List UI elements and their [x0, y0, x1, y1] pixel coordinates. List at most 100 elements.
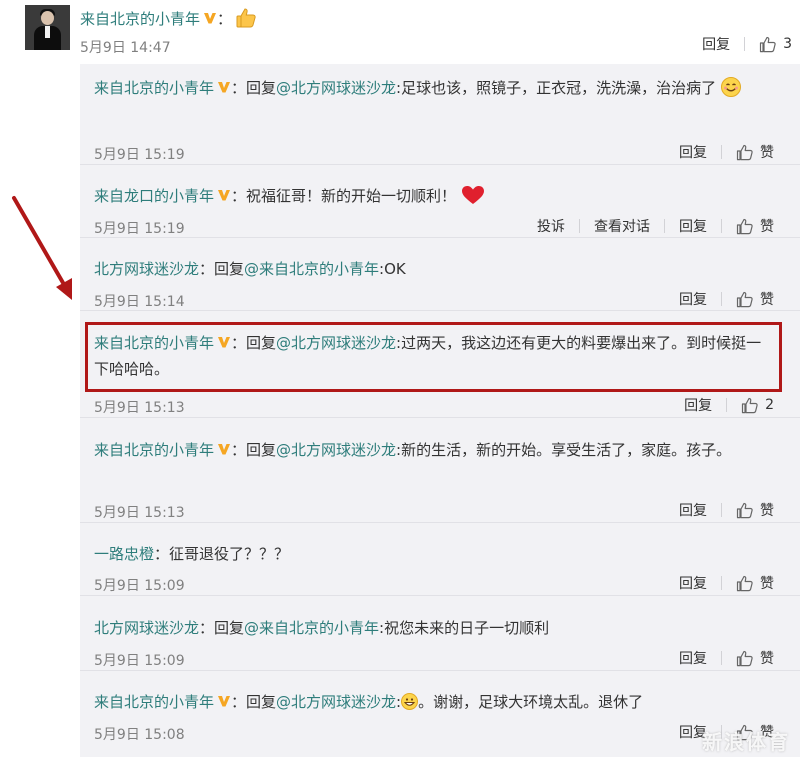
- verified-badge-icon: [218, 696, 231, 707]
- reply-button[interactable]: 回复: [679, 500, 707, 520]
- like-count: 2: [765, 397, 774, 413]
- username-link[interactable]: 来自北京的小青年: [80, 8, 200, 29]
- divider: [721, 292, 722, 306]
- weibo-comment-thread: 来自北京的小青年 ： 5月9日 14:47 回复 3 来自北京的小青年 ：回复@…: [0, 0, 800, 757]
- like-label: 赞: [760, 651, 774, 667]
- reply-text: :足球也该，照镜子，正衣冠，洗洗澡，治治病了: [396, 79, 717, 97]
- like-label: 赞: [760, 292, 774, 308]
- smile-emoji-icon: [720, 77, 741, 97]
- username-link[interactable]: 来自北京的小青年: [94, 441, 214, 459]
- reply-button[interactable]: 回复: [684, 395, 712, 415]
- like-label: 赞: [760, 145, 774, 161]
- reply-body: 来自北京的小青年 ：回复@北方网球迷沙龙:足球也该，照镜子，正衣冠，洗洗澡，治治病…: [94, 75, 774, 101]
- username-link[interactable]: 一路忠橙: [94, 545, 154, 563]
- mention-link[interactable]: @来自北京的小青年: [244, 619, 379, 637]
- reply-button[interactable]: 回复: [679, 648, 707, 668]
- reply-button[interactable]: 回复: [679, 142, 707, 162]
- thumbs-up-icon: [736, 650, 753, 666]
- reply-prefix: ：回复: [199, 260, 245, 278]
- mention-link[interactable]: @北方网球迷沙龙: [276, 79, 396, 97]
- mention-link[interactable]: @来自北京的小青年: [244, 260, 379, 278]
- reply-timestamp: 5月9日 15:09: [94, 653, 185, 669]
- reply-body: 北方网球迷沙龙：回复@来自北京的小青年:OK: [94, 256, 774, 282]
- reply-button[interactable]: 回复: [702, 34, 730, 54]
- comment-text: ：: [217, 9, 233, 28]
- thumbs-up-icon: [736, 218, 753, 234]
- reply-button[interactable]: 回复: [679, 216, 707, 236]
- reply-timestamp: 5月9日 15:09: [94, 578, 185, 594]
- reply-item: 一路忠橙：征哥退役了？？？ 5月9日 15:09 回复 赞: [80, 523, 800, 596]
- verified-badge-icon: [218, 82, 231, 93]
- reply-item: 来自龙口的小青年 ：祝福征哥！新的开始一切顺利！ 5月9日 15:19 投诉 查看…: [80, 165, 800, 238]
- reply-actions: 回复 赞: [679, 289, 774, 309]
- report-button[interactable]: 投诉: [537, 216, 565, 236]
- like-button[interactable]: 3: [759, 36, 792, 53]
- like-button[interactable]: 赞: [736, 573, 774, 593]
- top-comment: 来自北京的小青年 ： 5月9日 14:47 回复 3: [0, 0, 800, 62]
- reply-text: 。谢谢，足球大环境太乱。退休了: [418, 693, 644, 711]
- heart-emoji-icon: [461, 186, 484, 204]
- thumbs-up-icon: [736, 502, 753, 518]
- reply-actions: 回复 赞: [679, 142, 774, 162]
- like-button[interactable]: 赞: [736, 500, 774, 520]
- reply-prefix: ：回复: [199, 619, 245, 637]
- thumbs-up-icon: [741, 397, 758, 413]
- reply-timestamp: 5月9日 15:13: [94, 505, 185, 521]
- reply-item: 来自北京的小青年 ：回复@北方网球迷沙龙: 。谢谢，足球大环境太乱。退休了 5月9日…: [80, 671, 800, 757]
- username-link[interactable]: 来自龙口的小青年: [94, 187, 214, 205]
- reply-button[interactable]: 回复: [679, 289, 707, 309]
- reply-timestamp: 5月9日 15:14: [94, 294, 185, 310]
- reply-body: 来自北京的小青年 ：回复@北方网球迷沙龙:新的生活，新的开始。享受生活了，家庭。孩…: [94, 437, 774, 463]
- like-label: 赞: [760, 219, 774, 235]
- divider: [721, 651, 722, 665]
- username-link[interactable]: 北方网球迷沙龙: [94, 260, 199, 278]
- comment-timestamp: 5月9日 14:47: [80, 40, 171, 56]
- reply-item: 北方网球迷沙龙：回复@来自北京的小青年:祝您未来的日子一切顺利 5月9日 15:…: [80, 596, 800, 671]
- reply-body: 来自北京的小青年 ：回复@北方网球迷沙龙: 。谢谢，足球大环境太乱。退休了: [94, 689, 774, 715]
- like-button[interactable]: 赞: [736, 216, 774, 236]
- thumbs-up-emoji-icon: [236, 8, 256, 28]
- divider: [721, 576, 722, 590]
- reply-prefix: ：: [231, 187, 247, 205]
- like-button[interactable]: 赞: [736, 142, 774, 162]
- reply-actions: 回复 赞: [679, 500, 774, 520]
- like-button[interactable]: 2: [741, 397, 774, 414]
- divider: [721, 219, 722, 233]
- thumbs-up-icon: [736, 144, 753, 160]
- reply-timestamp: 5月9日 15:13: [94, 400, 185, 416]
- view-conversation-button[interactable]: 查看对话: [594, 216, 650, 236]
- avatar[interactable]: [25, 5, 70, 50]
- reply-prefix: ：: [154, 545, 170, 563]
- divider: [744, 37, 746, 51]
- reply-actions: 投诉 查看对话 回复 赞: [537, 216, 774, 236]
- reply-text: :祝您未来的日子一切顺利: [379, 619, 550, 637]
- watermark: 新浪体育: [702, 730, 790, 754]
- highlight-box: [85, 322, 782, 392]
- reply-button[interactable]: 回复: [679, 573, 707, 593]
- reply-actions: 回复 赞: [679, 573, 774, 593]
- username-link[interactable]: 来自北京的小青年: [94, 693, 214, 711]
- username-link[interactable]: 来自北京的小青年: [94, 79, 214, 97]
- red-arrow-icon: [12, 196, 72, 300]
- thumbs-up-icon: [759, 36, 776, 52]
- reply-prefix: ：回复: [231, 79, 277, 97]
- divider: [664, 219, 665, 233]
- reply-text: 祝福征哥！新的开始一切顺利！: [246, 187, 457, 205]
- mention-link[interactable]: @北方网球迷沙龙: [276, 441, 396, 459]
- like-label: 赞: [760, 576, 774, 592]
- thumbs-up-icon: [736, 291, 753, 307]
- reply-prefix: ：回复: [231, 441, 277, 459]
- mention-link[interactable]: @北方网球迷沙龙: [276, 693, 396, 711]
- reply-body: 北方网球迷沙龙：回复@来自北京的小青年:祝您未来的日子一切顺利: [94, 615, 774, 641]
- reply-item: 北方网球迷沙龙：回复@来自北京的小青年:OK 5月9日 15:14 回复 赞: [80, 238, 800, 311]
- divider: [721, 503, 722, 517]
- reply-timestamp: 5月9日 15:08: [94, 727, 185, 743]
- divider: [726, 398, 728, 412]
- like-button[interactable]: 赞: [736, 648, 774, 668]
- like-label: 赞: [760, 503, 774, 519]
- verified-badge-icon: [218, 190, 231, 201]
- username-link[interactable]: 北方网球迷沙龙: [94, 619, 199, 637]
- reply-text: :新的生活，新的开始。享受生活了，家庭。孩子。: [396, 441, 732, 459]
- like-button[interactable]: 赞: [736, 289, 774, 309]
- reply-timestamp: 5月9日 15:19: [94, 147, 185, 163]
